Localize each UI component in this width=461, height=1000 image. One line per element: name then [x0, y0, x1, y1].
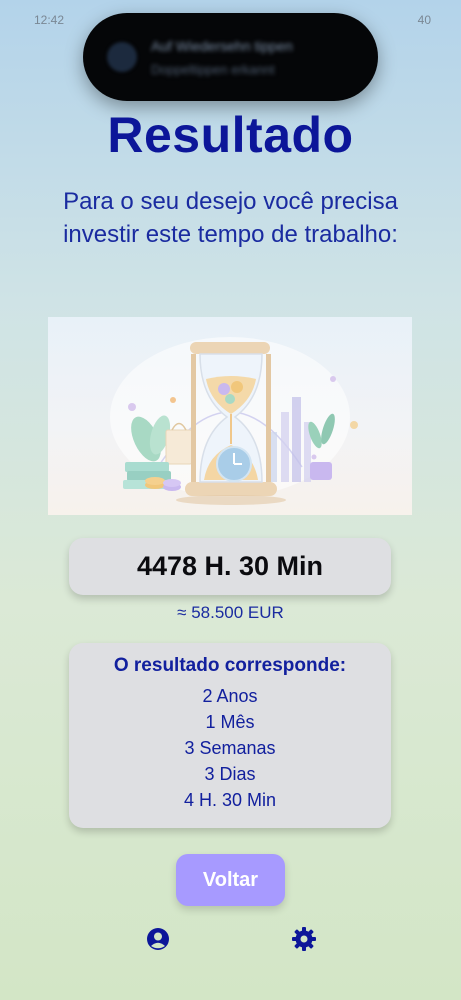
page-title: Resultado: [107, 107, 354, 163]
back-button[interactable]: Voltar: [176, 854, 285, 906]
breakdown-years: 2 Anos: [202, 686, 258, 706]
status-time: 12:42: [34, 13, 65, 27]
result-breakdown-card: O resultado corresponde: 2 Anos 1 Mês 3 …: [69, 643, 391, 828]
battery-indicator: 40: [417, 13, 431, 27]
page-subtitle: Para o seu desejo você precisa investir …: [63, 188, 398, 248]
notification-subtitle: Doppeltippen erkannt: [151, 61, 275, 77]
breakdown-months: 1 Mês: [205, 712, 255, 732]
user-circle-icon[interactable]: [145, 926, 171, 952]
work-hours-result: 4478 H. 30 Min: [69, 538, 391, 595]
approx-value: ≈ 58.500 EUR: [177, 603, 284, 622]
notification-app-icon: [107, 42, 137, 72]
breakdown-days: 3 Dias: [204, 764, 256, 784]
hourglass-illustration: [48, 317, 412, 515]
breakdown-hours: 4 H. 30 Min: [183, 790, 277, 810]
result-breakdown-title: O resultado corresponde:: [113, 655, 347, 676]
notification-title: Auf Wiedersehn tippen: [151, 37, 293, 54]
breakdown-weeks: 3 Semanas: [184, 738, 276, 758]
result-breakdown-list: 2 Anos 1 Mês 3 Semanas 3 Dias 4 H. 30 Mi…: [69, 683, 391, 813]
notification-banner[interactable]: Auf Wiedersehn tippen Doppeltippen erkan…: [83, 13, 378, 101]
gear-icon[interactable]: [291, 926, 317, 952]
